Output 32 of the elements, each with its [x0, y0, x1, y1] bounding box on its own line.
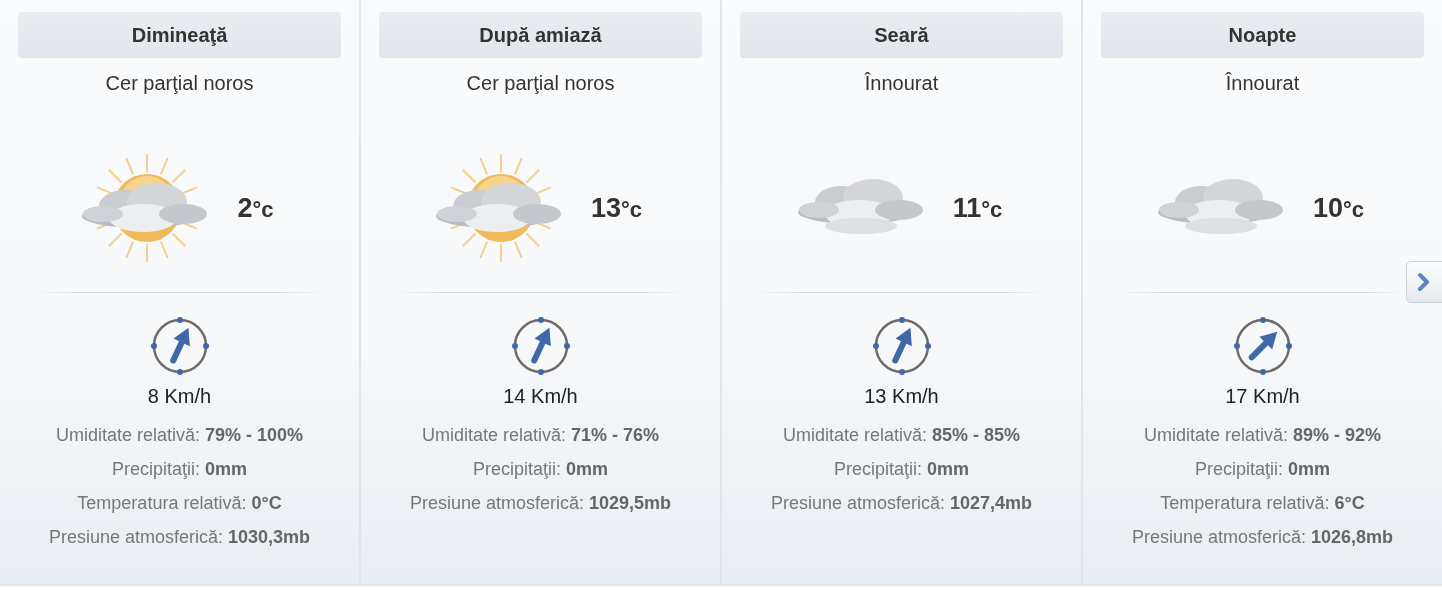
period-header: Noapte: [1101, 12, 1424, 58]
condition-text: Cer parţial noros: [105, 71, 254, 96]
wind-speed: 8 Km/h: [147, 384, 212, 408]
detail-text: Precipitaţii: 0mm: [111, 458, 248, 481]
detail-text: Temperatura relativă: 0°C: [77, 492, 282, 515]
detail-text: Umiditate relativă: 89% - 92%: [1143, 424, 1382, 447]
period-header: Seară: [740, 12, 1063, 58]
temperature: 2°c: [237, 192, 274, 224]
detail-text: Temperatura relativă: 6°C: [1160, 492, 1365, 515]
next-button[interactable]: [1406, 261, 1442, 303]
period-header: După amiază: [379, 12, 702, 58]
condition-text: Înnourat: [864, 71, 939, 96]
wind-speed: 13 Km/h: [864, 384, 939, 408]
period-header: Dimineaţă: [18, 12, 341, 58]
detail-text: Presiune atmosferică: 1029,5mb: [409, 492, 672, 515]
detail-text: Presiune atmosferică: 1026,8mb: [1131, 526, 1394, 549]
temperature: 10°c: [1312, 192, 1365, 224]
condition-text: Cer parţial noros: [466, 71, 615, 96]
chevron-right-icon: [1417, 272, 1431, 292]
wind-speed: 17 Km/h: [1225, 384, 1300, 408]
temperature: 13°c: [590, 192, 643, 224]
detail-text: Precipitaţii: 0mm: [833, 458, 970, 481]
condition-text: Înnourat: [1225, 71, 1300, 96]
detail-text: Umiditate relativă: 71% - 76%: [421, 424, 660, 447]
detail-text: Precipitaţii: 0mm: [472, 458, 609, 481]
detail-text: Presiune atmosferică: 1027,4mb: [770, 492, 1033, 515]
detail-text: Umiditate relativă: 79% - 100%: [55, 424, 304, 447]
detail-text: Presiune atmosferică: 1030,3mb: [48, 526, 311, 549]
wind-speed: 14 Km/h: [503, 384, 578, 408]
temperature: 11°c: [952, 192, 1003, 224]
detail-text: Umiditate relativă: 85% - 85%: [782, 424, 1021, 447]
detail-text: Precipitaţii: 0mm: [1194, 458, 1331, 481]
